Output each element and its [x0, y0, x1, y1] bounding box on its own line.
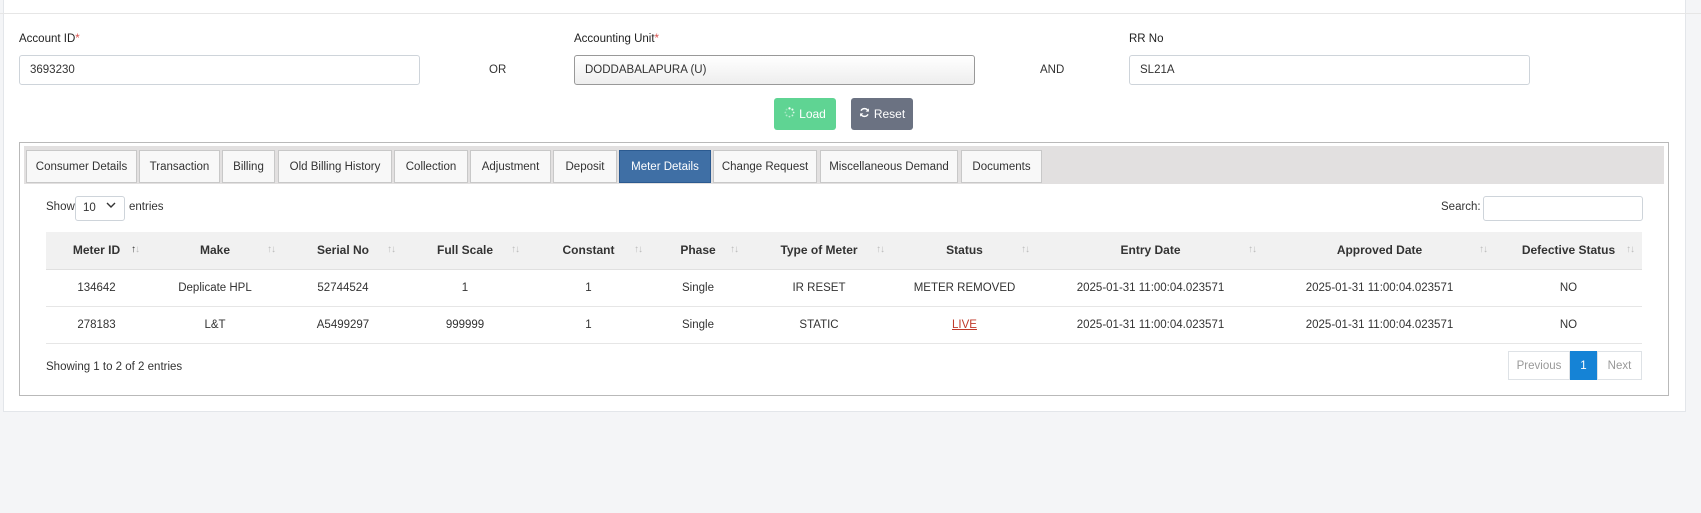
table-row: 134642 Deplicate HPL 52744524 1 1 Single… — [46, 269, 1642, 306]
column-header-phase[interactable]: Phase ↑↓ — [650, 232, 746, 269]
tab-billing[interactable]: Billing — [222, 150, 275, 183]
rr-no-label: RR No — [1129, 33, 1164, 45]
tab-old-billing-history[interactable]: Old Billing History — [278, 150, 392, 183]
load-button[interactable]: Load — [774, 98, 836, 130]
refresh-icon — [859, 107, 870, 121]
cell-constant: 1 — [527, 269, 650, 306]
sort-icon: ↑↓ — [267, 244, 275, 255]
sort-icon: ↑↓ — [876, 244, 884, 255]
tab-consumer-details[interactable]: Consumer Details — [26, 150, 137, 183]
tab-miscellaneous-demand[interactable]: Miscellaneous Demand — [820, 150, 958, 183]
entries-label: entries — [129, 201, 164, 213]
cell-meter-id: 278183 — [46, 306, 147, 343]
column-header-serial-no[interactable]: Serial No ↑↓ — [283, 232, 403, 269]
cell-make: L&T — [147, 306, 283, 343]
cell-full-scale: 1 — [403, 269, 527, 306]
column-header-label: Defective Status — [1522, 243, 1615, 257]
cell-phase: Single — [650, 269, 746, 306]
sort-icon: ↑↓ — [131, 244, 139, 255]
column-header-label: Make — [200, 243, 230, 257]
column-header-approved-date[interactable]: Approved Date ↑↓ — [1264, 232, 1495, 269]
column-header-label: Status — [946, 243, 983, 257]
column-header-label: Approved Date — [1337, 243, 1422, 257]
or-separator: OR — [489, 64, 506, 76]
tab-documents[interactable]: Documents — [961, 150, 1042, 183]
sort-icon: ↑↓ — [1626, 244, 1634, 255]
header-divider — [0, 13, 1701, 14]
table-row: 278183 L&T A5499297 999999 1 Single STAT… — [46, 306, 1642, 343]
cell-approved-date: 2025-01-31 11:00:04.023571 — [1264, 269, 1495, 306]
accounting-unit-select[interactable]: DODDABALAPURA (U) — [574, 55, 975, 85]
cell-entry-date: 2025-01-31 11:00:04.023571 — [1037, 306, 1264, 343]
next-page-button[interactable]: Next — [1597, 351, 1642, 380]
spinner-icon — [784, 107, 795, 121]
meter-details-table: Meter ID ↑↓ Make ↑↓ Serial No ↑↓ Full Scale… — [46, 232, 1642, 344]
cell-entry-date: 2025-01-31 11:00:04.023571 — [1037, 269, 1264, 306]
column-header-label: Full Scale — [437, 243, 493, 257]
cell-constant: 1 — [527, 306, 650, 343]
cell-type-of-meter: IR RESET — [746, 269, 892, 306]
column-header-constant[interactable]: Constant ↑↓ — [527, 232, 650, 269]
column-header-label: Type of Meter — [780, 243, 857, 257]
cell-serial-no: A5499297 — [283, 306, 403, 343]
page-1-button[interactable]: 1 — [1570, 351, 1597, 380]
tab-change-request[interactable]: Change Request — [713, 150, 817, 183]
column-header-label: Entry Date — [1120, 243, 1180, 257]
column-header-make[interactable]: Make ↑↓ — [147, 232, 283, 269]
column-header-defective-status[interactable]: Defective Status ↑↓ — [1495, 232, 1642, 269]
cell-full-scale: 999999 — [403, 306, 527, 343]
table-header-row: Meter ID ↑↓ Make ↑↓ Serial No ↑↓ Full Scale… — [46, 232, 1642, 269]
show-label: Show — [46, 201, 75, 213]
reset-button-label: Reset — [874, 107, 905, 121]
sort-icon: ↑↓ — [387, 244, 395, 255]
sort-icon: ↑↓ — [511, 244, 519, 255]
column-header-label: Constant — [563, 243, 615, 257]
column-header-label: Serial No — [317, 243, 369, 257]
sort-icon: ↑↓ — [1479, 244, 1487, 255]
sort-icon: ↑↓ — [1021, 244, 1029, 255]
search-label: Search: — [1441, 201, 1481, 213]
search-input[interactable] — [1483, 196, 1643, 221]
live-status-link[interactable]: LIVE — [952, 319, 977, 331]
tab-adjustment[interactable]: Adjustment — [470, 150, 551, 183]
cell-serial-no: 52744524 — [283, 269, 403, 306]
cell-status: METER REMOVED — [892, 269, 1037, 306]
chevron-down-icon — [105, 199, 117, 211]
cell-phase: Single — [650, 306, 746, 343]
tab-transaction[interactable]: Transaction — [139, 150, 220, 183]
sort-icon: ↑↓ — [1248, 244, 1256, 255]
accounting-unit-label: Accounting Unit* — [574, 33, 659, 45]
column-header-entry-date[interactable]: Entry Date ↑↓ — [1037, 232, 1264, 269]
column-header-label: Phase — [680, 243, 715, 257]
sort-icon: ↑↓ — [634, 244, 642, 255]
cell-make: Deplicate HPL — [147, 269, 283, 306]
cell-defective-status: NO — [1495, 306, 1642, 343]
tab-collection[interactable]: Collection — [394, 150, 468, 183]
account-id-label: Account ID* — [19, 33, 80, 45]
column-header-full-scale[interactable]: Full Scale ↑↓ — [403, 232, 527, 269]
load-button-label: Load — [799, 107, 826, 121]
tab-meter-details[interactable]: Meter Details — [619, 150, 711, 183]
cell-meter-id: 134642 — [46, 269, 147, 306]
cell-status: LIVE — [892, 306, 1037, 343]
reset-button[interactable]: Reset — [851, 98, 913, 130]
cell-approved-date: 2025-01-31 11:00:04.023571 — [1264, 306, 1495, 343]
cell-defective-status: NO — [1495, 269, 1642, 306]
tab-deposit[interactable]: Deposit — [553, 150, 617, 183]
cell-type-of-meter: STATIC — [746, 306, 892, 343]
column-header-type-of-meter[interactable]: Type of Meter ↑↓ — [746, 232, 892, 269]
entries-select[interactable]: 10 — [75, 196, 125, 221]
and-separator: AND — [1040, 64, 1064, 76]
previous-page-button[interactable]: Previous — [1508, 351, 1570, 380]
column-header-meter-id[interactable]: Meter ID ↑↓ — [46, 232, 147, 269]
column-header-status[interactable]: Status ↑↓ — [892, 232, 1037, 269]
table-info: Showing 1 to 2 of 2 entries — [46, 361, 182, 373]
account-id-input[interactable]: 3693230 — [19, 55, 420, 85]
sort-icon: ↑↓ — [730, 244, 738, 255]
rr-no-input[interactable]: SL21A — [1129, 55, 1530, 85]
column-header-label: Meter ID — [73, 243, 120, 257]
